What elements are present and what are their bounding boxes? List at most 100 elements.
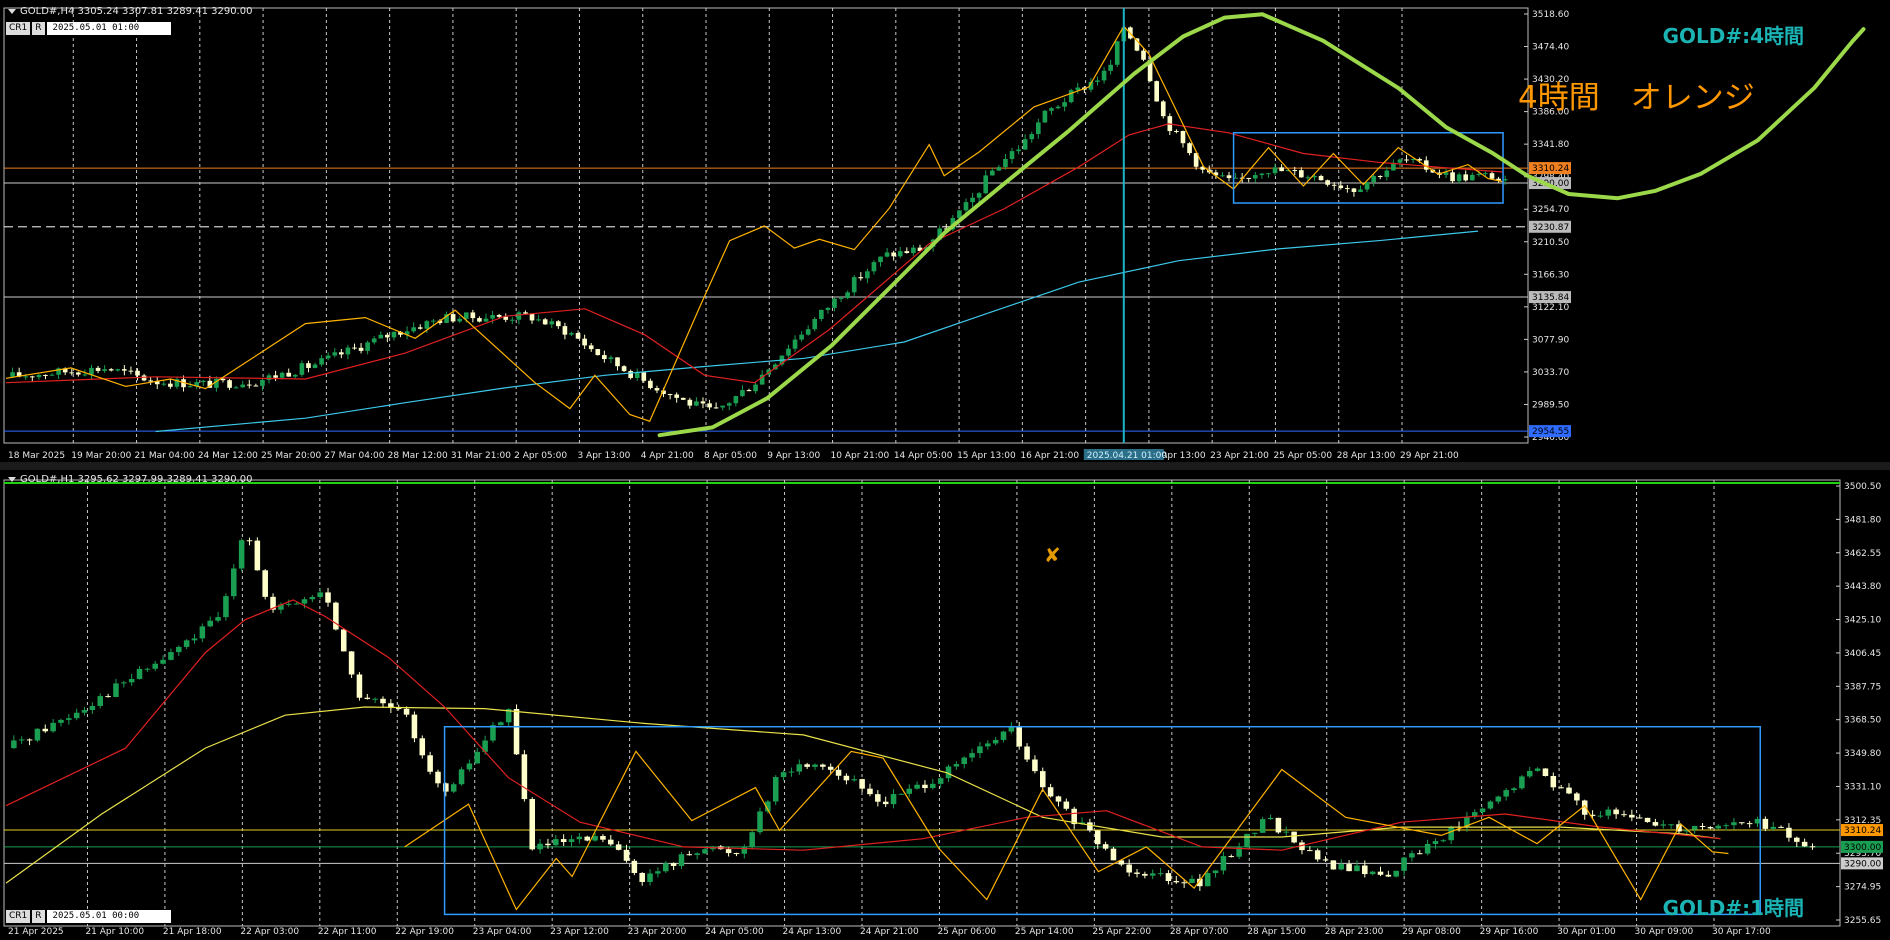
pane-separator[interactable] <box>0 462 1890 470</box>
candle-body <box>1636 817 1643 819</box>
candle-body <box>740 390 745 397</box>
candle-body <box>970 197 975 203</box>
candle-body <box>1126 864 1132 873</box>
candle-body <box>1364 182 1370 190</box>
candle-body <box>1095 80 1100 82</box>
candle-body <box>332 352 338 356</box>
candle-body <box>1479 808 1486 813</box>
candle-body <box>450 314 456 322</box>
candle-body <box>608 839 614 845</box>
date-tick-label: 28 Apr 07:00 <box>1170 927 1229 937</box>
candle-body <box>576 836 583 840</box>
candle-body <box>529 799 536 850</box>
date-tick-label: 28 Mar 12:00 <box>388 451 448 461</box>
price-tick-label: 3341.80 <box>1532 140 1569 150</box>
candle-body <box>356 674 363 698</box>
candle-body <box>509 319 515 321</box>
candle-body <box>1346 864 1352 872</box>
candle-body <box>1613 809 1619 815</box>
candle-body <box>1526 770 1533 777</box>
cr-indicator[interactable]: CR1 <box>6 910 31 923</box>
candle-body <box>867 788 873 795</box>
candle-body <box>1108 64 1113 71</box>
candle-body <box>819 309 824 319</box>
date-tick-label: 18 Mar 2025 <box>8 451 65 461</box>
candle-body <box>1424 843 1431 854</box>
candle-body <box>582 338 587 346</box>
candle-body <box>678 854 685 866</box>
candle-body <box>1377 871 1384 875</box>
candle-body <box>720 405 726 408</box>
candle-body <box>1358 189 1363 192</box>
candle-body <box>865 271 870 279</box>
price-tick-label: 3387.75 <box>1844 682 1881 692</box>
candle-body <box>1149 873 1156 876</box>
date-tick-label: 21 Apr 10:00 <box>85 927 144 937</box>
candle-body <box>89 705 96 711</box>
candle-body <box>843 775 850 781</box>
h4-chart-panel[interactable]: 18 Mar 2025 19 Mar 20:00 21 Mar 04:00 24 Ma… <box>0 0 1890 462</box>
candle-body <box>102 369 107 371</box>
candle-body <box>1463 174 1469 181</box>
r-indicator[interactable]: R <box>32 22 45 35</box>
date-tick-label: 24 Apr 21:00 <box>860 927 919 937</box>
candle-body <box>878 256 883 263</box>
h4-chart[interactable]: 18 Mar 2025 19 Mar 20:00 21 Mar 04:00 24 Ma… <box>0 0 1890 462</box>
candle-body <box>1794 837 1800 842</box>
candle-body <box>1511 788 1517 791</box>
candle-body <box>299 363 305 375</box>
date-tick-label: 21 Apr 18:00 <box>163 927 222 937</box>
candle-body <box>1566 787 1572 794</box>
h1-symbol-header: GOLD#,H1 3295.62 3297.99 3289.41 3290.00 <box>8 474 252 485</box>
h1-chart-panel[interactable]: 21 Apr 2025 21 Apr 10:00 21 Apr 18:00 22 Ap… <box>0 470 1890 940</box>
candle-body <box>792 339 798 349</box>
candle-body <box>906 788 913 794</box>
price-tick-label: 3368.50 <box>1844 716 1881 726</box>
candle-body <box>253 385 259 387</box>
price-line-label: 3290.00 <box>1844 859 1881 869</box>
collapse-triangle-icon[interactable] <box>8 8 16 14</box>
candle-body <box>238 540 245 569</box>
candle-body <box>1212 870 1219 874</box>
candle-body <box>148 380 153 382</box>
cr-indicator[interactable]: CR1 <box>6 22 31 35</box>
candle-body <box>1338 864 1345 870</box>
candle-body <box>992 739 999 744</box>
candle-body <box>749 832 755 848</box>
candle-body <box>1778 826 1784 828</box>
candle-body <box>457 318 463 322</box>
price-tick-label: 3166.30 <box>1532 270 1569 280</box>
candle-body <box>1542 768 1549 776</box>
date-tick-label: 25 Apr 05:00 <box>1273 451 1332 461</box>
r-indicator[interactable]: R <box>32 910 45 923</box>
candle-body <box>43 374 48 376</box>
candle-body <box>424 321 430 329</box>
date-tick-label: 30 Apr 01:00 <box>1557 927 1616 937</box>
h1-date-field[interactable]: 2025.05.01 00:00 <box>46 910 171 923</box>
price-line-label: 3300.00 <box>1844 843 1881 853</box>
candle-body <box>1114 41 1120 65</box>
candle-body <box>1181 882 1187 884</box>
candle-body <box>700 401 706 404</box>
candle-body <box>1377 175 1383 177</box>
h1-chart[interactable]: 21 Apr 2025 21 Apr 10:00 21 Apr 18:00 22 Ap… <box>0 470 1890 940</box>
candle-body <box>1220 856 1227 871</box>
candle-body <box>1487 801 1494 809</box>
candle-body <box>686 854 693 856</box>
moving-average-cyan <box>155 230 1479 433</box>
candle-body <box>233 387 239 389</box>
candle-body <box>128 370 134 372</box>
candle-body <box>1283 831 1290 833</box>
candle-body <box>1042 110 1048 123</box>
candle-body <box>602 355 607 360</box>
candle-body <box>1351 188 1357 192</box>
candle-body <box>286 372 292 377</box>
candle-body <box>1101 70 1107 81</box>
candle-body <box>490 725 496 741</box>
price-tick-label: 3443.80 <box>1844 582 1881 592</box>
candle-body <box>231 568 237 597</box>
h4-date-field[interactable]: 2025.05.01 01:00 <box>46 22 171 35</box>
collapse-triangle-icon[interactable] <box>8 476 16 482</box>
candle-body <box>95 367 101 371</box>
h4-annotation-orange: 4時間 オレンジ <box>1518 80 1755 116</box>
